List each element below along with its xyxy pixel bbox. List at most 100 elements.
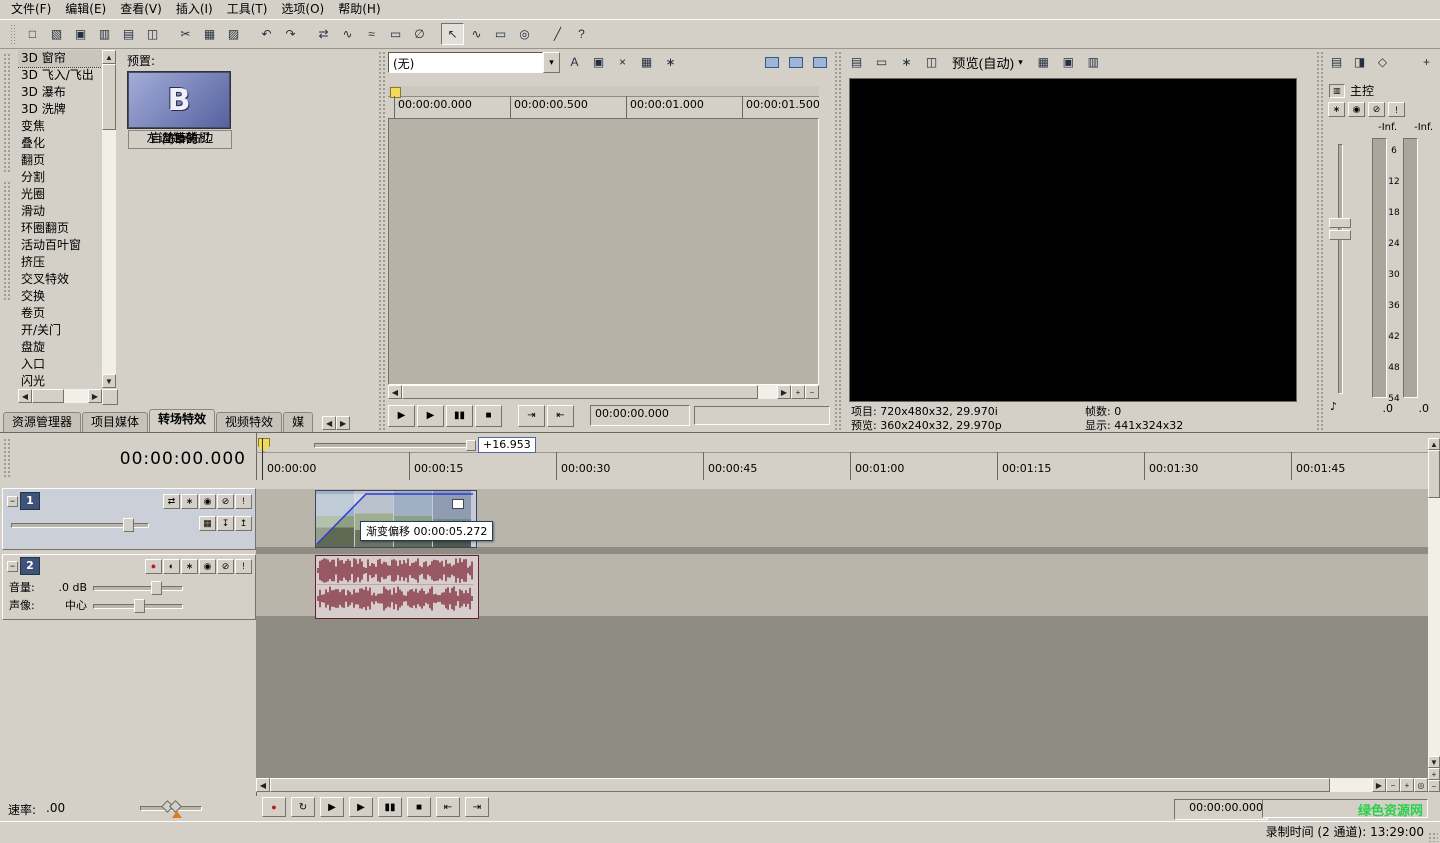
- track-header-1[interactable]: − 1 ⇄∗◉⊘! ▦↧↥: [2, 488, 256, 550]
- grid-overlay-button[interactable]: ▦: [1032, 51, 1055, 73]
- transition-item[interactable]: 活动百叶窗: [18, 237, 102, 254]
- scroll-thumb[interactable]: [32, 389, 64, 403]
- menu-item[interactable]: 编辑(E): [58, 0, 113, 19]
- scroll-track[interactable]: [102, 130, 116, 374]
- dropdown-icon[interactable]: ▾: [543, 52, 560, 73]
- mute-button[interactable]: ⊘: [217, 494, 234, 509]
- scroll-thumb[interactable]: [102, 64, 116, 130]
- mute-button[interactable]: ⊘: [217, 559, 234, 574]
- trimmer-time-display[interactable]: 00:00:00.000: [590, 405, 690, 426]
- master-fx-button[interactable]: ∗: [1328, 102, 1345, 117]
- transition-item[interactable]: 3D 飞入/飞出: [18, 67, 102, 84]
- loop-playback-button[interactable]: ↻: [291, 797, 315, 817]
- record-button[interactable]: ●: [262, 797, 286, 817]
- rate-value[interactable]: .00: [46, 801, 65, 815]
- tab-scroll-left-icon[interactable]: ◀: [322, 416, 336, 430]
- copy-button[interactable]: ▦: [198, 23, 221, 45]
- preview-grip[interactable]: [833, 50, 841, 430]
- scroll-up-icon[interactable]: ▲: [102, 50, 116, 64]
- lock-envelopes-button[interactable]: ▭: [384, 23, 407, 45]
- open-project-button[interactable]: ▧: [45, 23, 68, 45]
- undo-button[interactable]: ↶: [255, 23, 278, 45]
- timeline-hscrollbar[interactable]: ◀ ▶ − + ◎: [256, 778, 1428, 792]
- transition-item[interactable]: 闪光: [18, 373, 102, 388]
- paste-button[interactable]: ▨: [222, 23, 245, 45]
- pause-button[interactable]: ▮▮: [378, 797, 402, 817]
- normal-edit-tool-button[interactable]: ↖: [441, 23, 464, 45]
- automation-settings-button[interactable]: ◉: [199, 494, 216, 509]
- transition-item[interactable]: 入口: [18, 356, 102, 373]
- dock-tab[interactable]: 媒: [283, 412, 313, 432]
- tab-scroll-right-icon[interactable]: ▶: [336, 416, 350, 430]
- render-as-button[interactable]: ▥: [93, 23, 116, 45]
- toolbar-grip[interactable]: [10, 24, 16, 44]
- snapping-toggle-button[interactable]: ⇄: [312, 23, 335, 45]
- menu-item[interactable]: 文件(F): [4, 0, 58, 19]
- save-project-button[interactable]: ▣: [69, 23, 92, 45]
- 旋转[interactable]: B 旋转: [128, 72, 232, 147]
- trimmer-hscrollbar[interactable]: ◀ ▶ + −: [388, 385, 819, 399]
- transport-time-display[interactable]: 00:00:00.000: [1174, 799, 1268, 820]
- trimmer-work-area[interactable]: [388, 118, 819, 385]
- transition-item[interactable]: 挤压: [18, 254, 102, 271]
- mute-button[interactable]: ⊘: [1368, 102, 1385, 117]
- zoom-tool-icon[interactable]: ◎: [1414, 778, 1428, 792]
- drag-handle[interactable]: [466, 440, 476, 451]
- show-both-view-button[interactable]: [808, 51, 831, 73]
- trimmer-grip[interactable]: [377, 50, 385, 430]
- track-level-slider[interactable]: [11, 517, 149, 531]
- video-output-fx-button[interactable]: ∗: [895, 51, 918, 73]
- save-snapshot-button[interactable]: ▥: [1082, 51, 1105, 73]
- project-video-properties-button[interactable]: ▤: [845, 51, 868, 73]
- trimmer-media-select[interactable]: (无) ▾: [388, 52, 560, 73]
- show-video-view-button[interactable]: [760, 51, 783, 73]
- audio-only-button[interactable]: A: [563, 51, 586, 73]
- scroll-track[interactable]: [1428, 498, 1440, 756]
- paint-tool-button[interactable]: ╱: [546, 23, 569, 45]
- track-fx-button[interactable]: ∗: [181, 494, 198, 509]
- pan-value[interactable]: 中心: [45, 597, 93, 613]
- scroll-left-icon[interactable]: ◀: [18, 389, 32, 403]
- scroll-thumb[interactable]: [402, 385, 758, 399]
- menu-item[interactable]: 插入(I): [169, 0, 220, 19]
- empty-track-area[interactable]: [256, 616, 1428, 778]
- automation-button[interactable]: ◉: [1348, 102, 1365, 117]
- scroll-thumb[interactable]: [270, 778, 1330, 792]
- transition-item[interactable]: 环圈翻页: [18, 220, 102, 237]
- stop-button[interactable]: ■: [407, 797, 431, 817]
- automation-settings-button[interactable]: ◉: [199, 559, 216, 574]
- master-fader-left-thumb[interactable]: [1329, 218, 1351, 228]
- dim-output-button[interactable]: ◇: [1372, 51, 1393, 73]
- menu-item[interactable]: 帮助(H): [331, 0, 387, 19]
- scroll-right-icon[interactable]: ▶: [88, 389, 102, 403]
- scroll-thum b[interactable]: [1428, 450, 1440, 498]
- zoom-out-icon[interactable]: −: [1386, 778, 1400, 792]
- selection-edit-tool-button[interactable]: ▭: [489, 23, 512, 45]
- scroll-down-icon[interactable]: ▼: [102, 374, 116, 388]
- transition-item[interactable]: 叠化: [18, 135, 102, 152]
- play-button[interactable]: ▶: [349, 797, 373, 817]
- cursor-marker-icon[interactable]: [258, 438, 270, 452]
- track-header-2[interactable]: − 2 ●◐∗◉⊘! 音量: .0 dB 声像: 中心: [2, 554, 256, 620]
- add-media-from-cursor-button[interactable]: ⇥: [518, 405, 545, 427]
- zoom-edit-tool-button[interactable]: ◎: [513, 23, 536, 45]
- external-monitor-button[interactable]: ▭: [870, 51, 893, 73]
- open-in-trimmer-button[interactable]: ◫: [141, 23, 164, 45]
- preset-thumbnail[interactable]: B: [128, 72, 230, 128]
- scroll-right-icon[interactable]: ▶: [777, 385, 791, 399]
- scroll-up-icon[interactable]: ▲: [1428, 438, 1440, 450]
- trim-play-from-start-button[interactable]: ▶: [388, 405, 415, 427]
- transitions-vscrollbar[interactable]: ▲ ▼: [102, 50, 116, 388]
- redo-button[interactable]: ↷: [279, 23, 302, 45]
- menu-item[interactable]: 选项(O): [274, 0, 331, 19]
- project-properties-button[interactable]: ▤: [117, 23, 140, 45]
- preview-quality-select[interactable]: 预览(自动) ▾: [946, 52, 1029, 73]
- transition-item[interactable]: 交叉特效: [18, 271, 102, 288]
- trim-pause-button[interactable]: ▮▮: [446, 405, 473, 427]
- trim-stop-button[interactable]: ■: [475, 405, 502, 427]
- dock-tab[interactable]: 视频特效: [216, 412, 282, 432]
- timeline-time-display[interactable]: 00:00:00.000: [120, 449, 246, 469]
- transition-item[interactable]: 3D 洗牌: [18, 101, 102, 118]
- save-markers-button[interactable]: ▦: [635, 51, 658, 73]
- make-compositing-child-button[interactable]: ↧: [217, 516, 234, 531]
